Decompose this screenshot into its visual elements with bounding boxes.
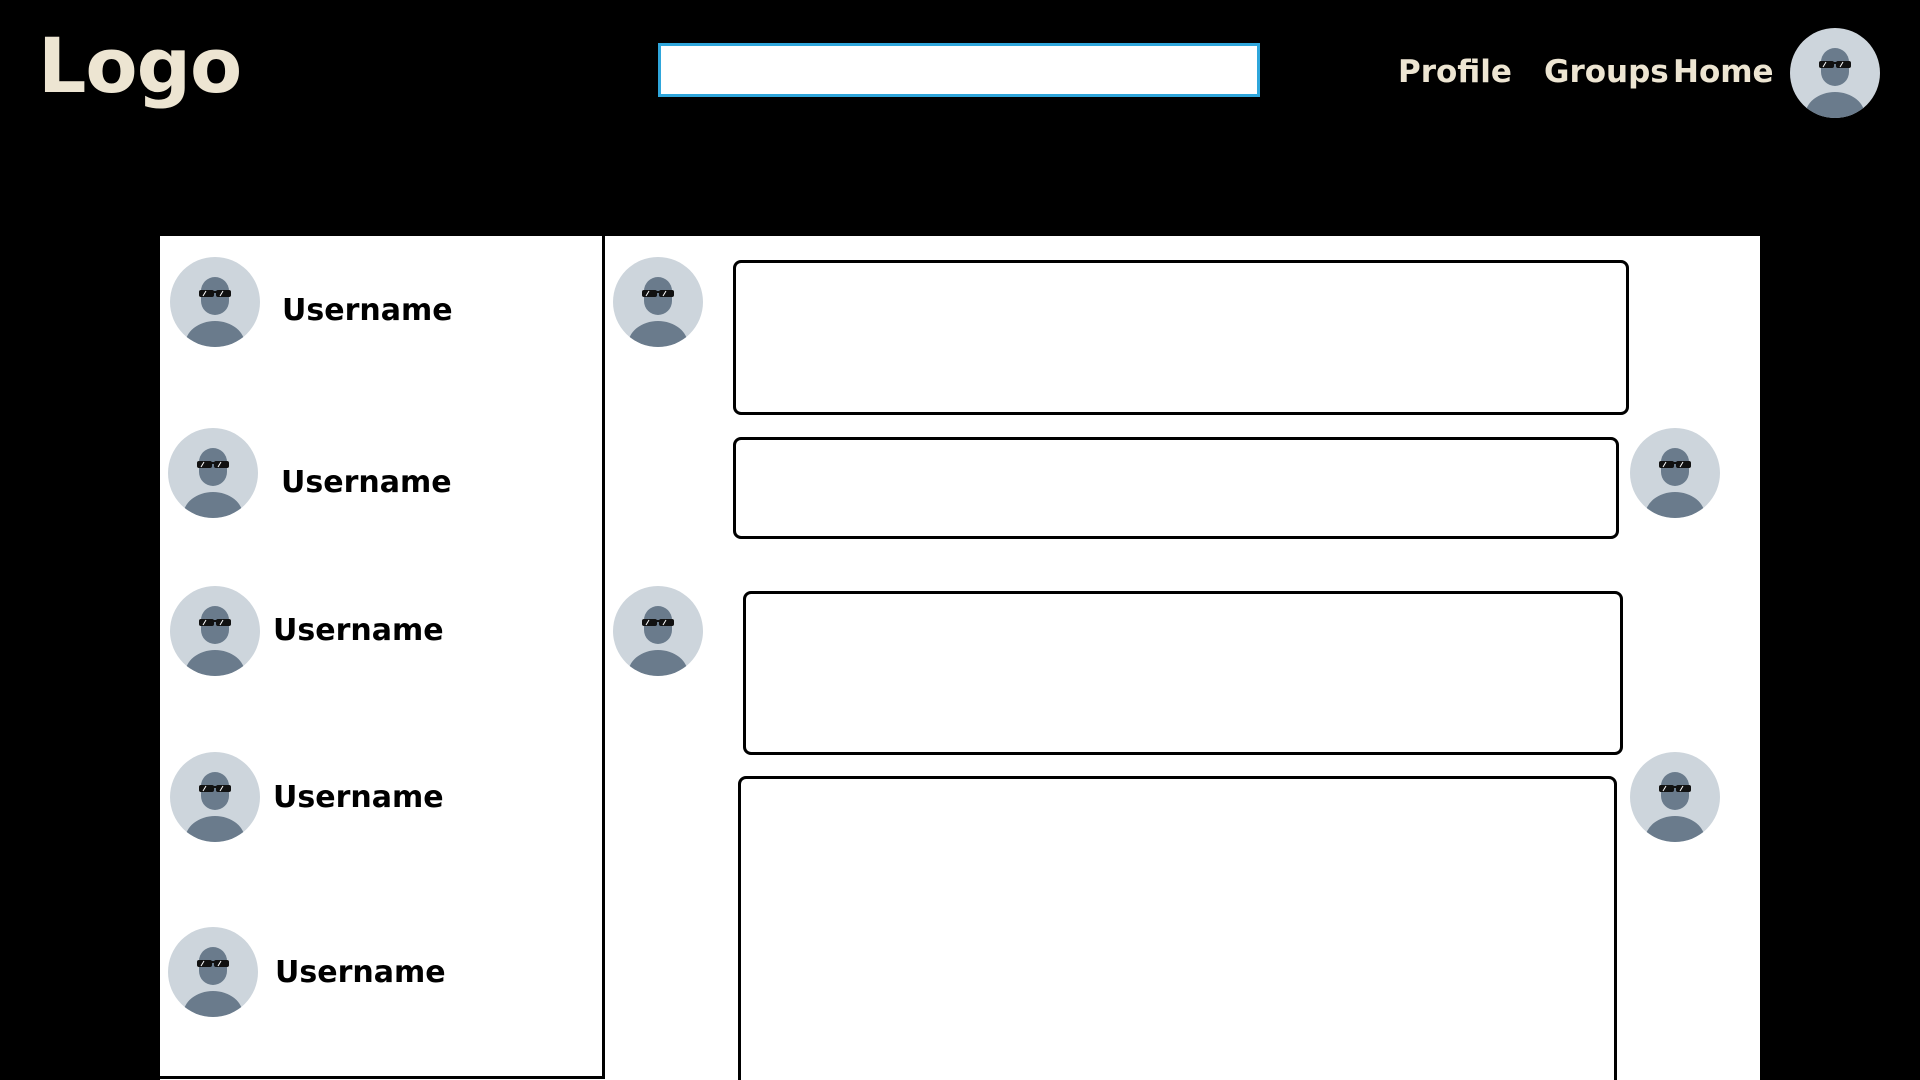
user-avatar-icon[interactable] — [170, 586, 260, 676]
chat-message-box[interactable] — [733, 437, 1619, 539]
search-input[interactable] — [658, 43, 1260, 97]
page: Logo Profile Groups Home Username Userna… — [0, 0, 1920, 1080]
chat-avatar-icon[interactable] — [1630, 428, 1720, 518]
sidebar-username[interactable]: Username — [273, 613, 444, 649]
logo[interactable]: Logo — [38, 18, 242, 114]
user-avatar-icon[interactable] — [1790, 28, 1880, 118]
user-avatar-icon[interactable] — [168, 428, 258, 518]
sidebar-username[interactable]: Username — [281, 465, 452, 501]
nav-home-link[interactable]: Home — [1673, 52, 1774, 92]
chat-avatar-icon[interactable] — [613, 586, 703, 676]
user-avatar-icon[interactable] — [170, 752, 260, 842]
chat-message-box[interactable] — [733, 260, 1629, 415]
user-avatar-icon[interactable] — [168, 927, 258, 1017]
chat-avatar-icon[interactable] — [1630, 752, 1720, 842]
chat-message-box[interactable] — [743, 591, 1623, 755]
sidebar-username[interactable]: Username — [273, 780, 444, 816]
user-avatar-icon[interactable] — [170, 257, 260, 347]
nav-groups-link[interactable]: Groups — [1544, 52, 1669, 92]
chat-message-box[interactable] — [738, 776, 1617, 1080]
nav-profile-link[interactable]: Profile — [1398, 52, 1512, 92]
sidebar-username[interactable]: Username — [282, 293, 453, 329]
chat-avatar-icon[interactable] — [613, 257, 703, 347]
sidebar-username[interactable]: Username — [275, 955, 446, 991]
